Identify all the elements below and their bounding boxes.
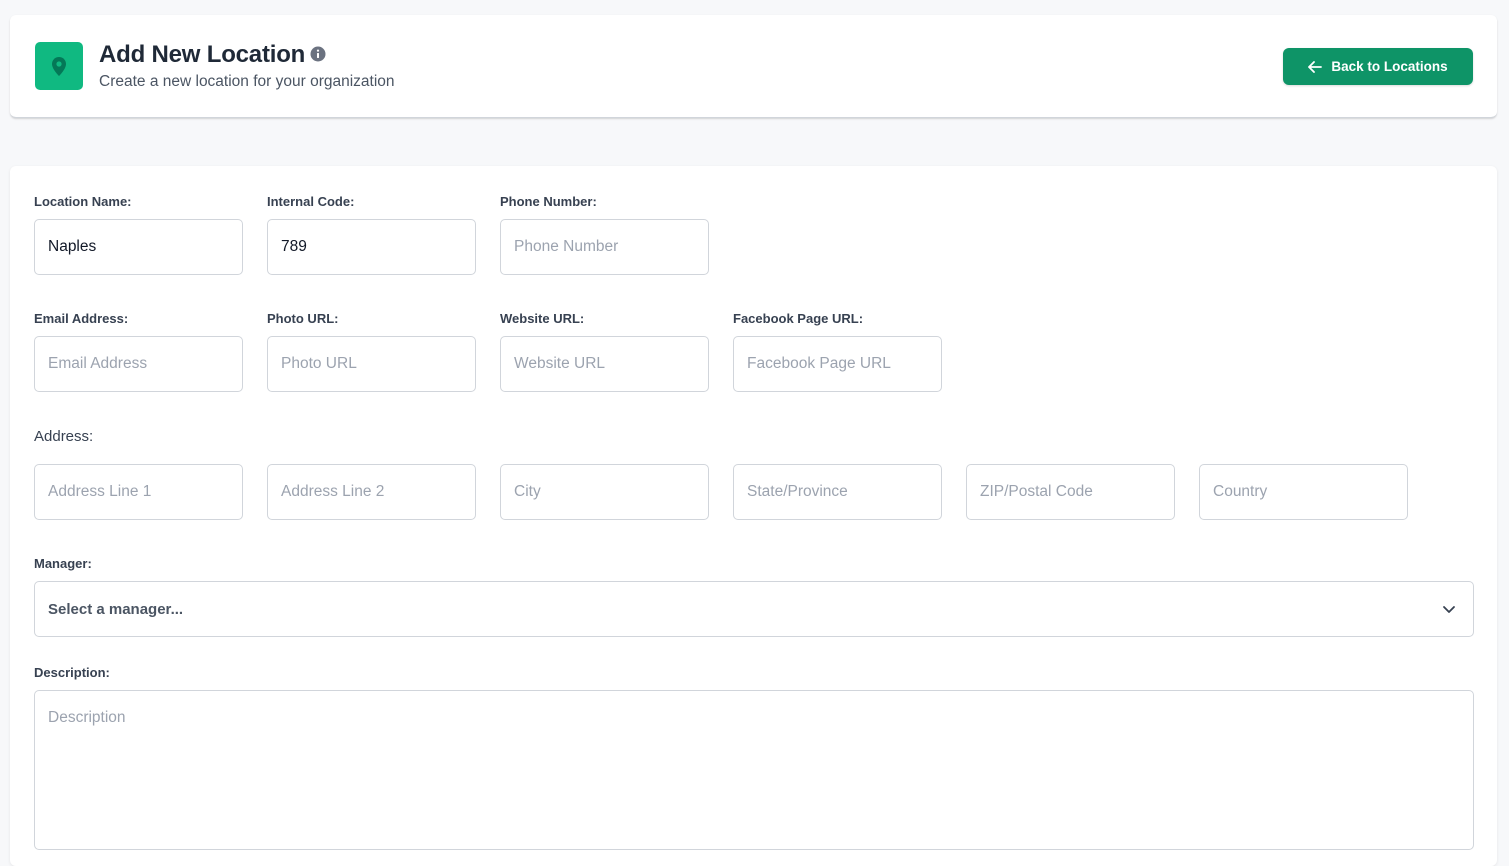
- manager-label: Manager:: [34, 556, 92, 571]
- country-input[interactable]: [1199, 464, 1408, 520]
- info-icon[interactable]: [310, 46, 326, 62]
- location-form: Location Name: Internal Code: Phone Numb…: [10, 166, 1497, 866]
- website-url-input[interactable]: [500, 336, 709, 392]
- address-label: Address:: [34, 428, 94, 445]
- chevron-down-icon: [1443, 606, 1455, 613]
- description-label: Description:: [34, 665, 110, 680]
- manager-select-value: Select a manager...: [48, 600, 184, 618]
- website-url-label: Website URL:: [500, 311, 585, 326]
- internal-code-label: Internal Code:: [267, 194, 355, 209]
- back-to-locations-button[interactable]: Back to Locations: [1283, 48, 1473, 85]
- description-textarea[interactable]: [34, 690, 1474, 850]
- state-province-input[interactable]: [733, 464, 942, 520]
- email-address-label: Email Address:: [34, 311, 129, 326]
- manager-select[interactable]: Select a manager...: [34, 581, 1474, 637]
- photo-url-input[interactable]: [267, 336, 476, 392]
- page-header: Add New Location Create a new location f…: [10, 15, 1497, 118]
- arrow-left-icon: [1308, 60, 1323, 73]
- location-name-label: Location Name:: [34, 194, 132, 209]
- map-pin-icon: [52, 56, 66, 76]
- facebook-url-label: Facebook Page URL:: [733, 311, 864, 326]
- back-button-label: Back to Locations: [1331, 59, 1448, 74]
- phone-number-label: Phone Number:: [500, 194, 597, 209]
- page-title: Add New Location: [99, 41, 306, 68]
- address-line1-input[interactable]: [34, 464, 243, 520]
- location-name-input[interactable]: [34, 219, 243, 275]
- photo-url-label: Photo URL:: [267, 311, 339, 326]
- page-subtitle: Create a new location for your organizat…: [99, 73, 395, 90]
- facebook-url-input[interactable]: [733, 336, 942, 392]
- phone-number-input[interactable]: [500, 219, 709, 275]
- internal-code-input[interactable]: [267, 219, 476, 275]
- city-input[interactable]: [500, 464, 709, 520]
- email-address-input[interactable]: [34, 336, 243, 392]
- address-line2-input[interactable]: [267, 464, 476, 520]
- location-badge: [35, 42, 83, 90]
- zip-postal-code-input[interactable]: [966, 464, 1175, 520]
